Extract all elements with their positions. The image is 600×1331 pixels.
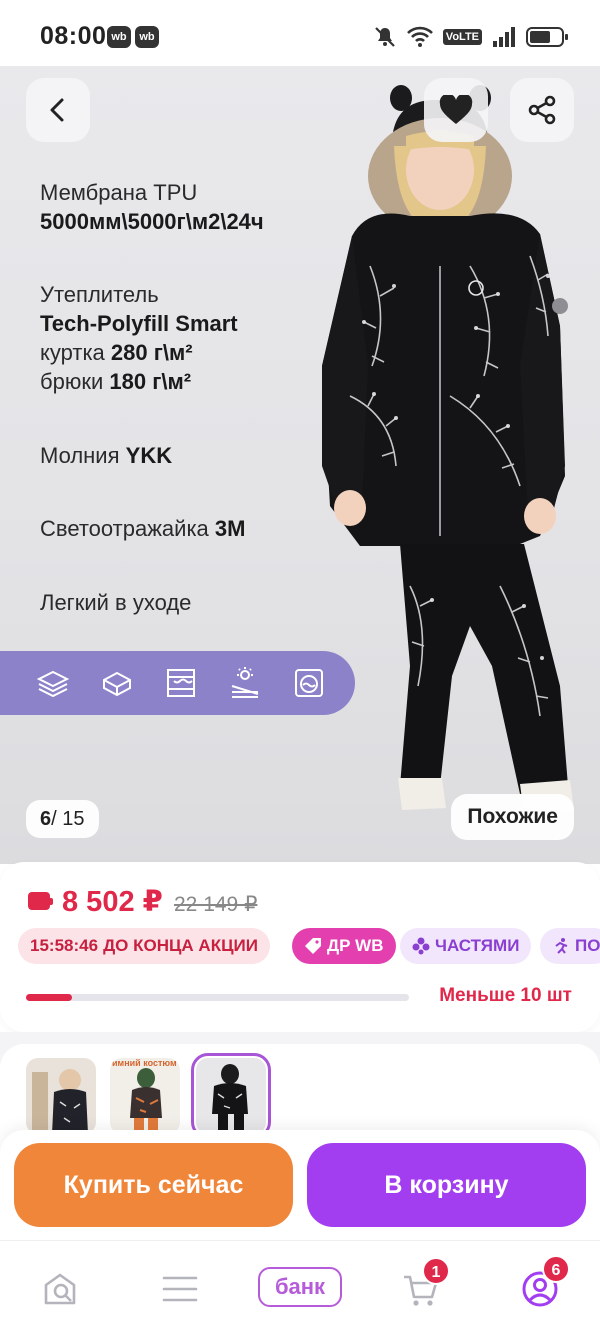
promo-timer: 15:58:46	[30, 936, 99, 955]
price-card: 8 502 ₽ 22 149 ₽ 15:58:46 ДО КОНЦА АКЦИИ…	[0, 862, 600, 1032]
wb-notification-icon: wb	[135, 26, 159, 48]
spec-reflective-label: Светоотражайка	[40, 516, 209, 541]
nav-catalog[interactable]	[156, 1265, 204, 1313]
stock-progress	[26, 994, 409, 1001]
spec-zipper-label: Молния	[40, 443, 120, 468]
thumbnail-image	[110, 1058, 180, 1134]
more-promo-chip[interactable]: ПО	[540, 928, 600, 964]
spec-membrane-value: 5000мм\5000г\м2\24ч	[40, 209, 264, 234]
thumbnail-image	[26, 1058, 96, 1134]
image-counter-separator: /	[51, 808, 57, 830]
spec-membrane-label: Мембрана TPU	[40, 180, 198, 205]
battery-level	[530, 31, 550, 43]
layers-icon	[36, 670, 70, 698]
share-button[interactable]	[510, 78, 574, 142]
status-time: 08:00	[40, 22, 107, 50]
spec-pants-value: 180 г\м²	[109, 369, 192, 394]
wifi-icon	[406, 26, 433, 47]
thumbnail-caption: имний костюм	[112, 1058, 177, 1068]
mute-icon	[375, 27, 395, 47]
sun-water-icon	[231, 667, 259, 698]
more-promo-label: ПО	[575, 936, 600, 955]
chevron-left-icon	[50, 98, 64, 122]
spec-jacket-label: куртка	[40, 340, 105, 365]
current-price: 8 502 ₽	[62, 886, 163, 918]
image-counter-total: 15	[62, 808, 85, 830]
spec-membrane: Мембрана TPU 5000мм\5000г\м2\24ч	[40, 178, 264, 236]
wb-notification-icon: wb	[107, 26, 131, 48]
thumbnail-image	[196, 1058, 266, 1134]
feature-icons-band	[0, 651, 355, 715]
add-to-cart-button[interactable]: В корзину	[307, 1143, 586, 1227]
promo-timer-chip[interactable]: 15:58:46 ДО КОНЦА АКЦИИ	[18, 928, 270, 964]
volte-badge: VoLTE	[442, 29, 482, 45]
installments-icon	[412, 937, 430, 955]
image-counter-current: 6	[40, 808, 52, 830]
spec-pants-label: брюки	[40, 369, 104, 394]
menu-icon	[162, 1276, 198, 1302]
spec-reflective: Светоотражайка 3M	[40, 514, 245, 543]
insulation-icon	[167, 669, 195, 697]
stock-remaining: Меньше 10 шт	[439, 985, 572, 1006]
runner-icon	[555, 938, 568, 954]
wb-birthday-label: ДР WB	[327, 936, 384, 955]
old-price: 22 149 ₽	[174, 893, 258, 916]
similar-button[interactable]: Похожие	[451, 794, 574, 840]
tag-icon	[305, 938, 321, 954]
spec-insulation-label: Утеплитель	[40, 282, 159, 307]
nav-home[interactable]	[36, 1265, 84, 1313]
spec-reflective-value: 3M	[214, 516, 246, 541]
variant-thumbnail-3[interactable]	[191, 1053, 271, 1139]
image-counter: 6/ 15	[26, 800, 99, 838]
fabric-icon	[103, 671, 131, 697]
spec-insulation-value: Tech-Polyfill Smart	[40, 311, 238, 336]
favorite-button[interactable]	[424, 78, 488, 142]
spec-zipper-value: YKK	[125, 443, 173, 468]
status-icons: VoLTE	[373, 24, 568, 50]
spec-zipper: Молния YKK	[40, 441, 172, 470]
back-button[interactable]	[26, 78, 90, 142]
variant-thumbnail-1[interactable]	[26, 1058, 96, 1134]
installments-label: ЧАСТЯМИ	[435, 936, 520, 955]
stock-progress-fill	[26, 994, 72, 1001]
product-image[interactable]: Мембрана TPU 5000мм\5000г\м2\24ч Утеплит…	[0, 66, 600, 864]
washing-icon	[295, 669, 323, 697]
wb-birthday-chip[interactable]: ДР WB	[292, 928, 396, 964]
installments-chip[interactable]: ЧАСТЯМИ	[400, 928, 532, 964]
heart-icon	[439, 95, 473, 124]
spec-jacket-value: 280 г\м²	[110, 340, 193, 365]
buy-now-button[interactable]: Купить сейчас	[14, 1143, 293, 1227]
battery-icon	[526, 27, 568, 47]
bottom-nav: банк 1 6	[0, 1240, 600, 1331]
share-icon	[528, 95, 556, 125]
spec-insulation: Утеплитель Tech-Polyfill Smart куртка 28…	[40, 280, 238, 396]
profile-notification-badge: 6	[542, 1255, 570, 1283]
nav-bank[interactable]: банк	[258, 1267, 342, 1307]
home-search-icon	[44, 1273, 76, 1305]
wallet-icon	[28, 892, 53, 910]
status-bar: 08:00 wb wb VoLTE	[0, 0, 600, 66]
signal-icon	[493, 27, 515, 47]
promo-timer-text: ДО КОНЦА АКЦИИ	[103, 936, 258, 955]
spec-care: Легкий в уходе	[40, 590, 192, 615]
variant-thumbnail-2[interactable]: имний костюм	[110, 1058, 180, 1134]
cart-count-badge: 1	[422, 1257, 450, 1285]
